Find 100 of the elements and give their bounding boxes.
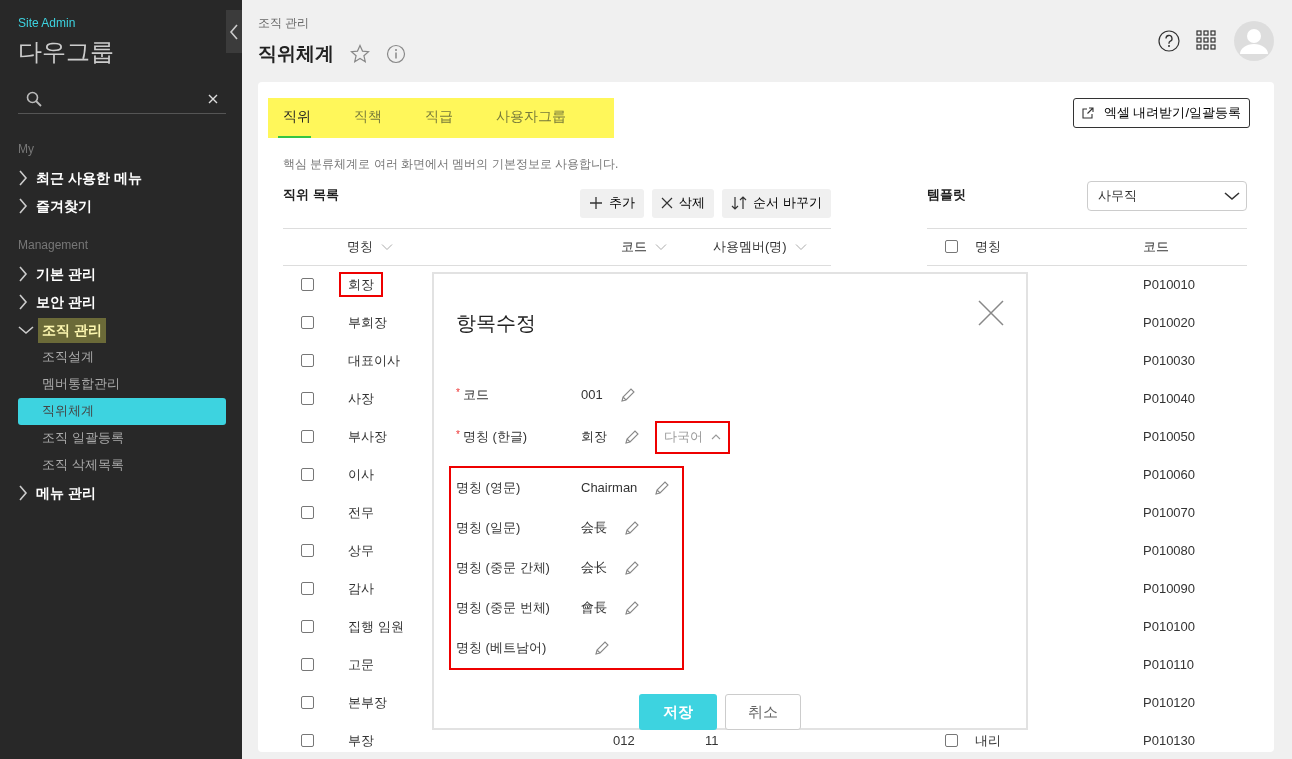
nav-subitem[interactable]: 멤버통합관리	[18, 371, 226, 398]
brand-caption: Site Admin	[18, 15, 77, 32]
nav-item[interactable]: 보안 관리	[18, 288, 226, 316]
template-select[interactable]: 사무직	[1087, 180, 1247, 211]
sort-icon	[655, 242, 667, 251]
table-cell-text: P010050	[1143, 427, 1196, 446]
nav-item[interactable]: 즐겨찾기	[18, 192, 226, 220]
tab[interactable]: 사용자그룹	[491, 97, 566, 138]
collapse-button[interactable]	[226, 10, 242, 53]
section-heading: My	[18, 141, 35, 158]
breadcrumb[interactable]: 조직 관리	[258, 14, 406, 32]
checkbox[interactable]	[300, 658, 314, 671]
checkbox[interactable]	[300, 544, 314, 557]
delete-button[interactable]: 삭제	[652, 188, 715, 218]
nav-item[interactable]: 조직 관리	[18, 316, 226, 344]
checkbox[interactable]	[300, 392, 314, 405]
sort-arrows-icon	[731, 196, 748, 210]
table-cell-text: P010110	[1143, 655, 1195, 674]
excel-button[interactable]: 엑셀 내려받기/일괄등록	[1072, 97, 1250, 128]
sort-icon	[381, 242, 393, 251]
checkbox[interactable]	[300, 620, 314, 633]
field-label: 명칭 (영문)	[456, 479, 522, 498]
checkbox[interactable]	[300, 582, 314, 595]
checkbox[interactable]	[944, 734, 958, 747]
modal-title: 항목수정	[456, 311, 536, 336]
nav-subitem[interactable]: 조직 삭제목록	[18, 452, 226, 479]
checkbox[interactable]	[300, 506, 314, 519]
search-icon	[26, 90, 42, 107]
checkbox[interactable]	[300, 696, 314, 709]
checkbox[interactable]	[944, 240, 958, 253]
info-icon[interactable]	[386, 44, 406, 65]
pencil-icon[interactable]	[623, 599, 641, 617]
pencil-icon[interactable]	[623, 559, 641, 577]
table-cell-text: P010090	[1143, 579, 1196, 598]
tab[interactable]: 직급	[420, 97, 453, 138]
checkbox[interactable]	[300, 354, 314, 367]
table-cell-text: P010030	[1143, 351, 1196, 370]
table-cell-text: 부사장	[347, 427, 388, 446]
cancel-button[interactable]: 취소	[725, 694, 801, 730]
field-label: 명칭 (일문)	[456, 519, 522, 538]
field-value: 会长	[581, 559, 607, 578]
add-button[interactable]: 추가	[580, 188, 645, 218]
external-link-icon	[1081, 106, 1094, 119]
plus-icon	[589, 196, 604, 210]
close-button[interactable]	[978, 300, 1004, 326]
column-header[interactable]: 코드	[621, 236, 647, 257]
nav-item[interactable]: 최근 사용한 메뉴	[18, 164, 226, 192]
table-cell: 내리	[975, 732, 1001, 748]
column-header[interactable]: 명칭	[347, 236, 373, 257]
column-header[interactable]: 사용멤버(명)	[713, 236, 787, 257]
table-cell-text: 감사	[347, 579, 375, 598]
help-icon[interactable]	[1158, 30, 1180, 53]
chevron-right-icon	[18, 266, 28, 282]
table-cell-text: P010100	[1143, 617, 1196, 636]
table-cell-text: P010080	[1143, 541, 1196, 560]
checkbox[interactable]	[300, 316, 314, 329]
pencil-icon[interactable]	[623, 519, 641, 537]
section-heading: Management	[18, 237, 90, 254]
reorder-button[interactable]: 순서 바꾸기	[722, 188, 831, 218]
table-cell-text: 사장	[347, 389, 375, 408]
chevron-right-icon	[18, 170, 28, 186]
nav-item[interactable]: 메뉴 관리	[18, 479, 226, 507]
checkbox[interactable]	[300, 468, 314, 481]
section-title: 템플릿	[927, 185, 966, 204]
close-icon	[661, 197, 674, 209]
close-icon	[978, 300, 1004, 326]
checkbox[interactable]	[300, 430, 314, 443]
column-header: 코드	[1143, 237, 1169, 256]
star-icon[interactable]	[350, 44, 370, 65]
table-cell-text: P010020	[1143, 313, 1196, 332]
chevron-down-icon	[18, 325, 34, 335]
field-value: 會長	[581, 599, 607, 618]
table-cell: 11	[705, 732, 719, 748]
table-cell: 012	[613, 732, 635, 748]
caret-icon	[1224, 190, 1240, 201]
table-cell-text: P010010	[1143, 275, 1196, 294]
nav-subitem[interactable]: 조직 일괄등록	[18, 425, 226, 452]
apps-grid-icon[interactable]	[1196, 30, 1218, 53]
table-cell-text: P010060	[1143, 465, 1196, 484]
checkbox[interactable]	[300, 734, 314, 747]
chevron-up-icon	[711, 434, 721, 440]
chevron-right-icon	[18, 294, 28, 310]
pencil-icon[interactable]	[623, 428, 641, 446]
table-cell-text: 집행 임원	[347, 617, 405, 636]
table-cell-text: 부장	[347, 731, 375, 750]
pencil-icon[interactable]	[593, 639, 611, 657]
page-title: 직위체계	[258, 42, 334, 66]
tab[interactable]: 직위	[278, 97, 311, 138]
nav-subitem[interactable]: 조직설계	[18, 344, 226, 371]
column-header: 명칭	[975, 238, 1001, 254]
nav-subitem[interactable]: 직위체계	[18, 398, 226, 425]
table-cell-text: 대표이사	[347, 351, 401, 370]
checkbox[interactable]	[300, 278, 314, 291]
pencil-icon[interactable]	[618, 386, 637, 404]
tab[interactable]: 직책	[349, 97, 382, 138]
table-cell-text: P010130	[1143, 731, 1196, 750]
close-icon[interactable]	[208, 93, 218, 104]
chevron-right-icon	[18, 198, 28, 214]
table-cell-text: P010040	[1143, 389, 1196, 408]
nav-item[interactable]: 기본 관리	[18, 260, 226, 288]
